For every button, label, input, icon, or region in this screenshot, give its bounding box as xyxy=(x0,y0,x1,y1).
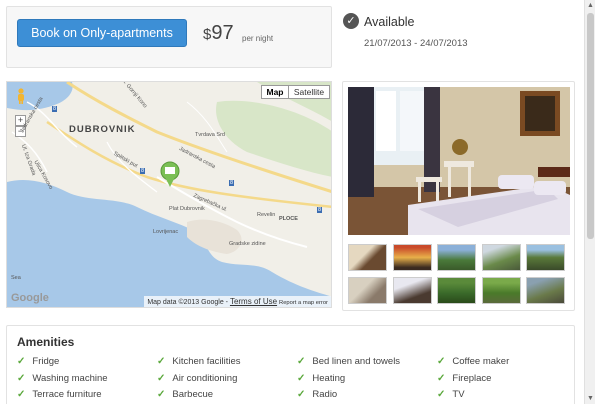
amenities-title: Amenities xyxy=(17,335,75,349)
photo-thumbnail[interactable] xyxy=(437,277,476,304)
amenity-item: ✓ TV xyxy=(437,389,465,400)
map-place-label: PLOCE xyxy=(279,216,298,222)
check-icon: ✓ xyxy=(17,373,26,384)
check-icon: ✓ xyxy=(437,389,446,400)
map-place-label: Lovrijenac xyxy=(153,229,179,235)
amenity-item: ✓ Fireplace xyxy=(437,373,491,384)
amenity-label: Fireplace xyxy=(452,373,492,384)
price-unit: per night xyxy=(242,34,274,43)
map-place-label: Tvrdava Srd xyxy=(195,132,225,138)
amenity-item: ✓ Washing machine xyxy=(17,373,108,384)
price-amount: 97 xyxy=(211,22,234,44)
photo-thumbnail[interactable] xyxy=(526,244,565,271)
photo-thumbnail[interactable] xyxy=(393,277,432,304)
vertical-scrollbar[interactable]: ▲ ▼ xyxy=(584,0,595,404)
check-icon: ✓ xyxy=(157,356,166,367)
photo-gallery xyxy=(342,81,575,311)
amenity-label: Fridge xyxy=(32,356,60,367)
check-icon: ✓ xyxy=(17,389,26,400)
map-data-attribution: Map data ©2013 Google - xyxy=(147,299,228,306)
scrollbar-thumb[interactable] xyxy=(587,13,594,239)
amenity-item: ✓ Bed linen and towels xyxy=(297,356,400,367)
check-icon: ✓ xyxy=(437,373,446,384)
road-number-badge: 8 xyxy=(52,106,58,112)
satellite-view-toggle[interactable]: Satellite xyxy=(288,85,330,99)
amenity-label: Bed linen and towels xyxy=(312,356,401,367)
amenity-item: ✓ Radio xyxy=(297,389,337,400)
main-photo[interactable] xyxy=(348,87,570,235)
terms-of-use-link[interactable]: Terms of Use xyxy=(230,297,277,306)
map-canvas xyxy=(7,82,331,307)
map-place-label: Gradske zidine xyxy=(229,241,266,247)
photo-thumbnail[interactable] xyxy=(482,244,521,271)
amenity-item: ✓ Fridge xyxy=(17,356,59,367)
amenity-label: Terrace furniture xyxy=(32,389,102,400)
city-label: DUBROVNIK xyxy=(69,124,136,135)
amenity-label: Coffee maker xyxy=(452,356,510,367)
amenity-item: ✓ Terrace furniture xyxy=(17,389,102,400)
amenities-panel: Amenities ✓ Fridge ✓ Kitchen facilities ✓ B… xyxy=(6,325,575,404)
check-icon: ✓ xyxy=(297,373,306,384)
road-number-badge: 8 xyxy=(317,207,323,213)
road-number-badge: 8 xyxy=(140,168,146,174)
google-logo: Google xyxy=(11,292,49,304)
map-view-toggle[interactable]: Map xyxy=(261,85,289,99)
scroll-up-arrow-icon[interactable]: ▲ xyxy=(585,0,595,11)
amenity-item: ✓ Kitchen facilities xyxy=(157,356,241,367)
amenity-label: Barbecue xyxy=(172,389,214,400)
photo-thumbnail[interactable] xyxy=(348,244,387,271)
amenity-item: ✓ Coffee maker xyxy=(437,356,509,367)
amenity-label: Kitchen facilities xyxy=(172,356,241,367)
map-place-label: Revelin xyxy=(257,212,276,218)
map-place-label: Plat Dubrovnik xyxy=(169,206,205,212)
check-icon: ✓ xyxy=(157,389,166,400)
road-number-badge: 8 xyxy=(229,180,235,186)
availability-label: Available xyxy=(364,15,415,29)
amenity-label: TV xyxy=(452,389,465,400)
check-icon: ✓ xyxy=(297,356,306,367)
check-icon: ✓ xyxy=(297,389,306,400)
check-icon: ✓ xyxy=(17,356,26,367)
pegman-icon[interactable] xyxy=(16,88,26,104)
photo-thumbnail[interactable] xyxy=(437,244,476,271)
book-button[interactable]: Book on Only-apartments xyxy=(17,19,187,47)
booking-panel: Book on Only-apartments $97 per night xyxy=(6,6,332,68)
amenity-item: ✓ Barbecue xyxy=(157,389,213,400)
report-map-error-link[interactable]: Report a map error xyxy=(279,300,328,306)
scroll-down-arrow-icon[interactable]: ▼ xyxy=(585,393,595,404)
check-circle-icon: ✓ xyxy=(343,13,359,29)
amenity-item: ✓ Air conditioning xyxy=(157,373,237,384)
check-icon: ✓ xyxy=(437,356,446,367)
availability-dates: 21/07/2013 - 24/07/2013 xyxy=(364,38,468,49)
amenity-label: Heating xyxy=(312,373,346,384)
photo-thumbnail[interactable] xyxy=(526,277,565,304)
amenity-item: ✓ Heating xyxy=(297,373,345,384)
price: $97 xyxy=(203,22,234,45)
check-icon: ✓ xyxy=(157,373,166,384)
amenity-label: Air conditioning xyxy=(172,373,238,384)
amenity-label: Washing machine xyxy=(32,373,108,384)
amenity-label: Radio xyxy=(312,389,338,400)
photo-thumbnail[interactable] xyxy=(348,277,387,304)
photo-thumbnail[interactable] xyxy=(393,244,432,271)
map-place-label: Sea xyxy=(11,275,21,281)
photo-thumbnail[interactable] xyxy=(482,277,521,304)
map[interactable]: + − Map Satellite DUBROVNIK Tvrdava Srd … xyxy=(6,81,332,308)
map-footer: Map data ©2013 Google - Terms of Use Rep… xyxy=(144,296,331,307)
